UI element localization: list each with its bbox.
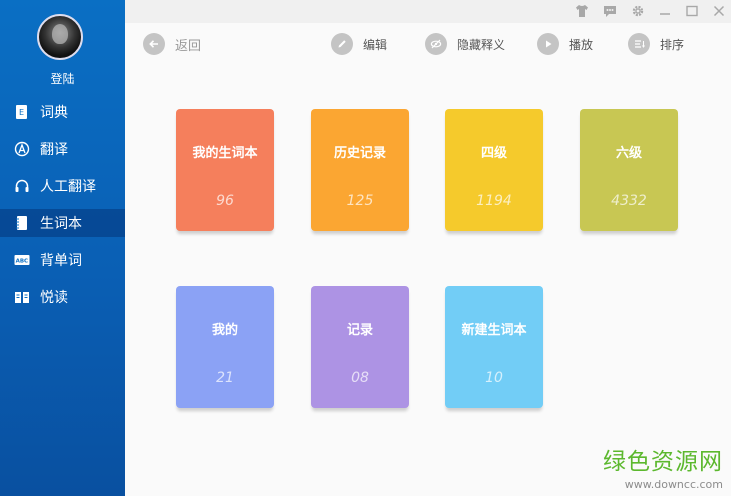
sidebar-item-vocabulary[interactable]: 生词本	[0, 209, 125, 237]
pencil-icon	[331, 33, 353, 55]
svg-text:E: E	[19, 108, 24, 117]
sort-label: 排序	[660, 37, 685, 52]
card-count: 10	[485, 370, 503, 386]
sidebar-item-label: 背单词	[40, 253, 82, 269]
message-button[interactable]	[601, 2, 619, 20]
close-icon	[713, 5, 725, 17]
card-new-vocabulary[interactable]: 新建生词本 10	[445, 286, 543, 408]
eye-slash-icon	[425, 33, 447, 55]
title-bar	[125, 0, 731, 23]
card-cet4[interactable]: 四级 1194	[445, 109, 543, 231]
play-button[interactable]: 播放	[537, 33, 593, 55]
back-button[interactable]: 返回	[143, 33, 201, 55]
card-count: 08	[351, 370, 369, 386]
card-history[interactable]: 历史记录 125	[311, 109, 409, 231]
sidebar-item-label: 人工翻译	[40, 179, 96, 195]
dictionary-icon: E	[14, 104, 30, 120]
sidebar-item-label: 悦读	[40, 290, 68, 306]
card-count: 4332	[611, 193, 647, 209]
notebook-icon	[14, 215, 30, 231]
card-count: 125	[346, 193, 374, 209]
card-title: 四级	[480, 146, 507, 161]
sidebar-item-label: 词典	[40, 105, 68, 121]
login-label[interactable]: 登陆	[0, 70, 125, 87]
watermark-title: 绿色资源网	[603, 449, 723, 475]
maximize-icon	[686, 5, 698, 17]
book-icon	[14, 289, 30, 305]
sidebar-item-memorize[interactable]: ABC 背单词	[0, 246, 125, 274]
play-icon	[537, 33, 559, 55]
message-icon	[604, 6, 616, 17]
gear-icon	[632, 5, 644, 17]
watermark: 绿色资源网 www.downcc.com	[603, 442, 723, 491]
settings-button[interactable]	[629, 2, 647, 20]
shirt-icon	[576, 5, 588, 17]
close-button[interactable]	[710, 2, 728, 20]
sort-button[interactable]: 排序	[628, 33, 684, 55]
back-label: 返回	[175, 38, 202, 54]
back-arrow-icon	[143, 33, 165, 55]
sidebar-item-label: 生词本	[40, 216, 82, 232]
maximize-button[interactable]	[683, 2, 701, 20]
sidebar-item-human-translate[interactable]: 人工翻译	[0, 172, 125, 200]
headset-icon	[14, 178, 30, 194]
abc-icon: ABC	[14, 252, 30, 268]
card-title: 六级	[615, 146, 642, 161]
sort-icon	[628, 33, 650, 55]
hide-definition-label: 隐藏释义	[457, 37, 506, 52]
svg-text:ABC: ABC	[16, 259, 29, 265]
avatar[interactable]	[37, 14, 83, 60]
hide-definition-button[interactable]: 隐藏释义	[425, 33, 505, 55]
sidebar: 登陆 E 词典 翻译 人工翻译 生词本 ABC 背单词 悦读	[0, 0, 125, 496]
edit-label: 编辑	[363, 37, 388, 52]
skin-button[interactable]	[573, 2, 591, 20]
sidebar-item-label: 翻译	[40, 142, 68, 158]
minimize-button[interactable]	[656, 2, 674, 20]
minimize-icon	[660, 13, 670, 15]
sidebar-item-translate[interactable]: 翻译	[0, 135, 125, 163]
edit-button[interactable]: 编辑	[331, 33, 387, 55]
main-content	[125, 23, 731, 496]
card-count: 1194	[476, 193, 512, 209]
card-my-vocabulary[interactable]: 我的生词本 96	[176, 109, 274, 231]
card-title: 记录	[346, 323, 373, 338]
play-label: 播放	[569, 37, 594, 52]
card-title: 我的	[211, 323, 238, 338]
watermark-url: www.downcc.com	[624, 478, 723, 491]
sidebar-item-reading[interactable]: 悦读	[0, 283, 125, 311]
card-title: 历史记录	[333, 146, 386, 161]
card-count: 96	[216, 193, 234, 209]
card-title: 新建生词本	[461, 323, 527, 338]
translate-icon	[14, 141, 30, 157]
card-mine[interactable]: 我的 21	[176, 286, 274, 408]
card-title: 我的生词本	[192, 146, 258, 161]
sidebar-item-dictionary[interactable]: E 词典	[0, 98, 125, 126]
card-cet6[interactable]: 六级 4332	[580, 109, 678, 231]
card-count: 21	[216, 370, 234, 386]
card-records[interactable]: 记录 08	[311, 286, 409, 408]
